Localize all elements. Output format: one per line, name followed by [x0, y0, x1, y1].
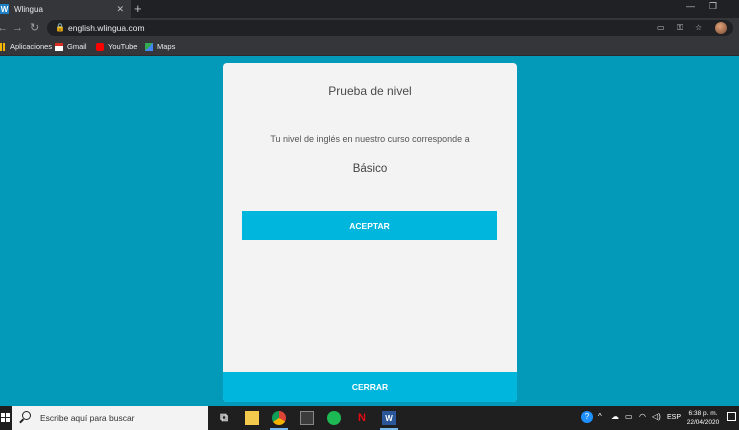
- volume-icon[interactable]: ◁): [652, 412, 661, 421]
- bookmark-maps[interactable]: Maps: [145, 42, 175, 51]
- spotify-icon[interactable]: [327, 411, 341, 425]
- bookmark-youtube[interactable]: YouTube: [96, 42, 137, 51]
- taskbar-search[interactable]: Escribe aquí para buscar: [12, 406, 208, 430]
- tab-strip: W Wlingua ✕ + — ❐: [0, 0, 739, 18]
- language-indicator[interactable]: ESP: [667, 414, 681, 421]
- forward-icon[interactable]: →: [12, 21, 23, 35]
- store-icon[interactable]: [300, 411, 314, 425]
- chevron-up-icon[interactable]: ^: [598, 412, 602, 421]
- minimize-icon[interactable]: —: [686, 1, 695, 11]
- tab-close-icon[interactable]: ✕: [116, 4, 124, 15]
- bookmark-apps[interactable]: Aplicaciones: [0, 42, 52, 51]
- bookmark-label: Gmail: [67, 42, 87, 51]
- taskbar: Escribe aquí para buscar ⧉ N W ? ^ ☁ ▭ ◠…: [0, 406, 739, 430]
- browser-tab[interactable]: W Wlingua ✕: [0, 0, 131, 18]
- level-test-card: Prueba de nivel Tu nivel de inglés en nu…: [223, 63, 517, 402]
- maximize-icon[interactable]: ❐: [709, 1, 717, 12]
- system-clock[interactable]: 6:38 p. m. 22/04/2020: [683, 409, 723, 427]
- page-title: Prueba de nivel: [328, 84, 412, 98]
- search-icon: [22, 411, 31, 420]
- netflix-icon[interactable]: N: [355, 411, 369, 425]
- wifi-icon[interactable]: ◠: [639, 412, 646, 421]
- battery-icon[interactable]: ▭: [625, 412, 633, 421]
- profile-avatar[interactable]: [715, 22, 727, 34]
- bookmark-label: YouTube: [108, 42, 138, 51]
- close-button[interactable]: CERRAR: [223, 372, 517, 402]
- apps-grid-icon: [0, 42, 6, 51]
- notifications-icon[interactable]: [727, 412, 736, 421]
- word-icon[interactable]: W: [380, 411, 398, 430]
- network-icon[interactable]: ☁: [611, 412, 619, 421]
- bookmarks-bar: Aplicaciones Gmail YouTube Maps: [0, 38, 739, 56]
- bookmark-label: Maps: [157, 42, 176, 51]
- task-view-icon[interactable]: ⧉: [217, 411, 231, 425]
- search-placeholder: Escribe aquí para buscar: [40, 413, 135, 423]
- bookmark-label: Aplicaciones: [10, 42, 53, 51]
- chrome-icon[interactable]: [270, 411, 288, 430]
- gmail-icon: [55, 42, 63, 51]
- level-result: Básico: [352, 163, 388, 175]
- help-icon[interactable]: ?: [581, 411, 593, 423]
- clock-time: 6:38 p. m.: [688, 410, 718, 417]
- cast-icon[interactable]: ▭: [657, 23, 665, 32]
- maps-icon: [145, 42, 153, 51]
- url-text[interactable]: english.wlingua.com: [68, 23, 145, 33]
- address-bar[interactable]: 🔒 english.wlingua.com ▭ ⚿ ☆: [47, 20, 733, 36]
- accept-button[interactable]: ACEPTAR: [242, 211, 497, 240]
- clock-date: 22/04/2020: [686, 419, 720, 426]
- back-icon[interactable]: ←: [0, 21, 8, 35]
- key-icon[interactable]: ⚿: [677, 23, 683, 33]
- result-description: Tu nivel de inglés en nuestro curso corr…: [270, 134, 470, 144]
- browser-toolbar: ← → ↻ 🔒 english.wlingua.com ▭ ⚿ ☆: [0, 18, 739, 38]
- new-tab-button[interactable]: +: [134, 1, 142, 17]
- windows-start-icon[interactable]: [1, 413, 10, 422]
- bookmark-gmail[interactable]: Gmail: [55, 42, 87, 51]
- lock-icon: 🔒: [55, 23, 65, 32]
- bookmark-star-icon[interactable]: ☆: [695, 23, 702, 32]
- tab-title: Wlingua: [14, 4, 43, 14]
- wlingua-favicon-icon: W: [0, 4, 9, 14]
- reload-icon[interactable]: ↻: [30, 21, 39, 35]
- youtube-icon: [96, 42, 104, 51]
- file-explorer-icon[interactable]: [245, 411, 259, 425]
